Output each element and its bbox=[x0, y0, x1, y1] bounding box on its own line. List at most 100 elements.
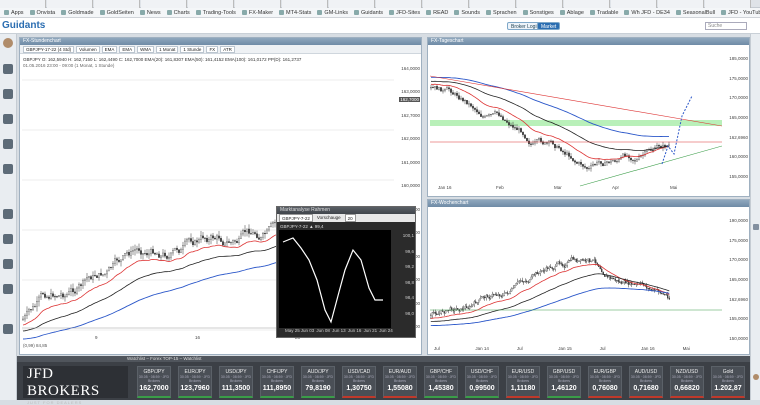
toolbar-item[interactable]: ATR bbox=[220, 46, 235, 53]
market-button[interactable]: Market bbox=[537, 22, 561, 30]
browser-tab[interactable] bbox=[470, 0, 516, 8]
popup-value-field[interactable]: 20 bbox=[344, 214, 356, 222]
browser-tab[interactable] bbox=[423, 0, 469, 8]
watchlist-tile[interactable]: GBP/USD 30.05 · 08:59 · JFD Brokers 1,4612… bbox=[547, 366, 581, 398]
bookmark-item[interactable]: Trading-Tools bbox=[195, 10, 236, 16]
watchlist-tile[interactable]: AUD/JPY 30.05 · 08:59 · JFD Brokers 79,819… bbox=[301, 366, 335, 398]
bookmark-item[interactable]: FX-Maker bbox=[241, 10, 273, 16]
watchlist-tile[interactable]: NZD/USD 30.05 · 08:59 · JFD Brokers 0,6682… bbox=[670, 366, 704, 398]
candle-body bbox=[192, 241, 194, 246]
sidebar-icon-4[interactable] bbox=[3, 139, 13, 149]
weekly-chart[interactable] bbox=[430, 208, 722, 346]
browser-tab[interactable] bbox=[376, 0, 422, 8]
sidebar-icon-3[interactable] bbox=[3, 114, 13, 124]
guidants-logo[interactable]: Guidants bbox=[2, 20, 45, 31]
marktanalyse-popup[interactable]: Marktanalyse Rahmen GBPJPY-7-22 Vorschau… bbox=[276, 206, 416, 338]
bookmark-item[interactable]: JFD-Sites bbox=[388, 10, 420, 16]
popup-line-chart[interactable] bbox=[279, 230, 391, 328]
y-tick-label: 170,0000 bbox=[729, 257, 748, 263]
bookmark-item[interactable]: Guidants bbox=[353, 10, 383, 16]
right-avatar[interactable] bbox=[753, 374, 759, 380]
bookmark-item[interactable]: JFD - YouTube bbox=[721, 10, 760, 16]
browser-tab[interactable] bbox=[517, 0, 563, 8]
bookmark-item[interactable]: READ bbox=[426, 10, 448, 16]
candle-body bbox=[594, 164, 596, 166]
watchlist-tile[interactable]: EUR/USD 30.05 · 08:59 · JFD Brokers 1,1118… bbox=[506, 366, 540, 398]
candle-body bbox=[596, 262, 598, 265]
watchlist-tile[interactable]: EUR/AUD 30.05 · 08:59 · JFD Brokers 1,5508… bbox=[383, 366, 417, 398]
candle-body bbox=[468, 103, 470, 105]
bookmark-item[interactable]: Tradable bbox=[589, 9, 619, 16]
sidebar-icon-8[interactable] bbox=[3, 259, 13, 269]
jfd-brokers-logo[interactable]: JFD BROKERS JUST FOR DEALERS bbox=[23, 366, 128, 405]
bookmark-label: Tradable bbox=[596, 9, 619, 16]
toolbar-item[interactable]: GBPJPY-17-22 (4 Std) bbox=[23, 46, 75, 53]
sidebar-icon-9[interactable] bbox=[3, 284, 13, 294]
watchlist-tile[interactable]: GBP/JPY 30.05 · 08:59 · JFD Brokers 162,70… bbox=[137, 366, 171, 398]
watchlist-tile[interactable]: USD/CAD 30.05 · 08:59 · JFD Brokers 1,3075… bbox=[342, 366, 376, 398]
bookmark-item[interactable]: Ablage bbox=[559, 10, 584, 16]
bookmark-item[interactable]: Goldmade bbox=[61, 10, 94, 16]
toolbar-item[interactable]: FX bbox=[206, 46, 219, 53]
browser-tab[interactable] bbox=[611, 0, 657, 8]
browser-tab[interactable] bbox=[329, 0, 375, 8]
candle-body bbox=[569, 260, 571, 262]
popup-symbol-select[interactable]: GBPJPY-7-22 bbox=[279, 214, 313, 222]
sidebar-icon-10[interactable] bbox=[3, 324, 13, 334]
candle-body bbox=[222, 241, 224, 246]
browser-tab[interactable] bbox=[235, 0, 281, 8]
bookmark-item[interactable]: Wh JFD - DE34 bbox=[624, 10, 670, 16]
sidebar-icon-7[interactable] bbox=[3, 234, 13, 244]
browser-tab[interactable] bbox=[0, 0, 46, 8]
watchlist-tile[interactable]: USD/CHF 30.05 · 08:59 · JFD Brokers 0,9950… bbox=[465, 366, 499, 398]
candle-body bbox=[186, 238, 188, 242]
bookmark-item[interactable]: Onvista bbox=[29, 10, 55, 16]
watchlist-tile[interactable]: Gold 30.05 · 08:59 · JFD Brokers 1.202,87 bbox=[711, 366, 745, 398]
watchlist-tile[interactable]: USD/JPY 30.05 · 08:59 · JFD Brokers 111,35… bbox=[219, 366, 253, 398]
sidebar-icon-6[interactable] bbox=[3, 209, 13, 219]
browser-tab[interactable] bbox=[47, 0, 93, 8]
watchlist-tile[interactable]: GBP/CHF 30.05 · 08:59 · JFD Brokers 1,4538… bbox=[424, 366, 458, 398]
watchlist-tile[interactable]: EUR/JPY 30.05 · 08:59 · JFD Brokers 123,79… bbox=[178, 366, 212, 398]
toolbar-item[interactable]: 1 Monat bbox=[156, 46, 179, 53]
bookmark-item[interactable]: GM-Links bbox=[317, 10, 348, 16]
browser-tab[interactable] bbox=[564, 0, 610, 8]
candle-body bbox=[492, 113, 494, 115]
avatar[interactable] bbox=[3, 38, 13, 48]
search-input[interactable]: Suche bbox=[705, 22, 747, 30]
candle-body bbox=[614, 278, 616, 281]
bookmark-item[interactable]: Charts bbox=[166, 10, 190, 16]
watchlist-tile[interactable]: CHF/JPY 30.05 · 08:59 · JFD Brokers 111,89… bbox=[260, 366, 294, 398]
bookmark-item[interactable]: Apps bbox=[4, 10, 24, 16]
candle-body bbox=[478, 111, 480, 115]
sidebar-icon-2[interactable] bbox=[3, 89, 13, 99]
y-tick-label: 164,0000 bbox=[401, 66, 420, 71]
bookmark-item[interactable]: News bbox=[139, 10, 161, 16]
toolbar-item[interactable]: 1 Stunde bbox=[180, 46, 205, 53]
watchlist-tile[interactable]: AUD/USD 30.05 · 08:59 · JFD Brokers 0,7168… bbox=[629, 366, 663, 398]
browser-tab[interactable] bbox=[658, 0, 704, 8]
toolbar-item[interactable]: EMA bbox=[119, 46, 136, 53]
toolbar-item[interactable]: Volumen bbox=[76, 46, 100, 53]
browser-tab[interactable] bbox=[94, 0, 140, 8]
daily-chart[interactable] bbox=[430, 46, 722, 188]
bookmark-item[interactable]: Sounds bbox=[454, 10, 480, 16]
bookmark-item[interactable]: Sonstiges bbox=[522, 10, 554, 16]
browser-tab[interactable] bbox=[141, 0, 187, 8]
candle-body bbox=[184, 240, 186, 246]
sidebar-icon-5[interactable] bbox=[3, 164, 13, 174]
bookmark-item[interactable]: SeasonalBull bbox=[675, 10, 715, 16]
candle-body bbox=[236, 241, 238, 243]
toolbar-item[interactable]: EMA bbox=[101, 46, 118, 53]
watchlist-tile[interactable]: EUR/GBP 30.05 · 08:59 · JFD Brokers 0,7608… bbox=[588, 366, 622, 398]
bookmark-item[interactable]: MT4-Stats bbox=[279, 10, 311, 16]
browser-tab[interactable] bbox=[705, 0, 751, 8]
sidebar-icon-1[interactable] bbox=[3, 64, 13, 74]
browser-tab[interactable] bbox=[282, 0, 328, 8]
y-tick-label: 165,0000 bbox=[729, 277, 748, 282]
bookmark-item[interactable]: Sprachen bbox=[486, 10, 517, 16]
browser-tab[interactable] bbox=[188, 0, 234, 8]
right-sidebar-icon-1[interactable] bbox=[753, 224, 759, 230]
bookmark-item[interactable]: GoldSeiten bbox=[99, 10, 134, 16]
toolbar-item[interactable]: WMA bbox=[137, 46, 155, 53]
